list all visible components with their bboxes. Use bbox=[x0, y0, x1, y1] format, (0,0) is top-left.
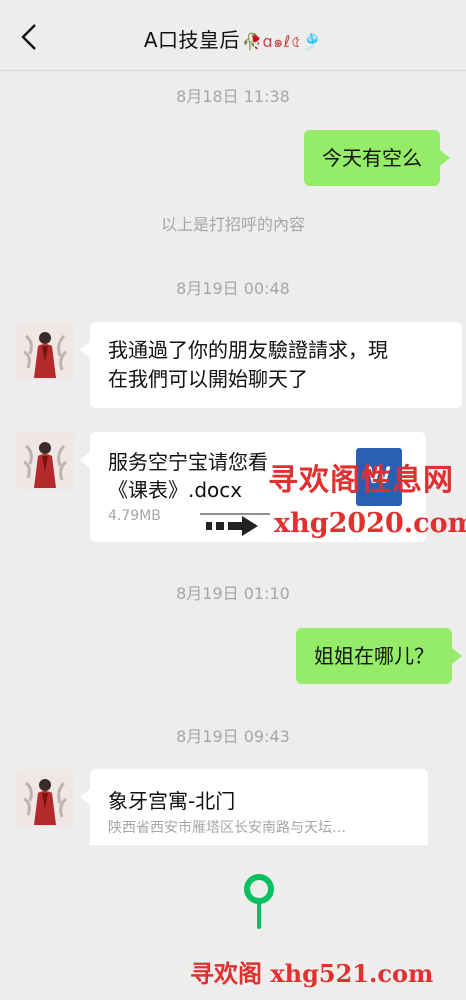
message-incoming[interactable]: 我通過了你的朋友驗證請求，現 在我們可以開始聊天了 bbox=[80, 322, 462, 408]
watermark-banner: xhg2020.com bbox=[200, 508, 466, 548]
contact-name-decor: 🥀ɑ๑ℓ৫🎐 bbox=[242, 32, 323, 51]
chat-header: A口技皇后 🥀ɑ๑ℓ৫🎐 bbox=[0, 0, 466, 71]
file-size: 4.79MB bbox=[108, 508, 161, 524]
watermark-text: 寻欢阁 xhg521.com bbox=[190, 959, 434, 988]
timestamp: 8月18日 11:38 bbox=[176, 87, 290, 106]
location-message[interactable]: 象牙宫寓-北门 陕西省西安市雁塔区长安南路与天坛… bbox=[80, 769, 428, 977]
location-address: 陕西省西安市雁塔区长安南路与天坛… bbox=[108, 820, 346, 836]
contact-avatar[interactable] bbox=[16, 769, 74, 827]
location-title: 象牙宫寓-北门 bbox=[108, 789, 236, 813]
contact-avatar[interactable] bbox=[16, 322, 74, 380]
message-text-line: 在我們可以開始聊天了 bbox=[108, 367, 308, 391]
message-text-line: 我通過了你的朋友驗證請求，現 bbox=[108, 338, 388, 362]
contact-avatar[interactable] bbox=[16, 432, 74, 490]
message-outgoing[interactable]: 今天有空么 bbox=[304, 130, 450, 186]
message-outgoing[interactable]: 姐姐在哪儿？ bbox=[296, 628, 462, 684]
chat-title: A口技皇后 🥀ɑ๑ℓ৫🎐 bbox=[0, 24, 466, 56]
timestamp: 8月19日 09:43 bbox=[176, 727, 290, 746]
timestamp: 8月19日 01:10 bbox=[176, 584, 290, 603]
watermark-url: xhg2020.com bbox=[274, 508, 466, 539]
system-notice: 以上是打招呼的內容 bbox=[160, 215, 305, 234]
timestamp: 8月19日 00:48 bbox=[176, 279, 290, 298]
contact-name: A口技皇后 bbox=[143, 28, 241, 52]
arrow-right-icon bbox=[200, 513, 270, 536]
watermark-text: 寻欢阁性息网 bbox=[268, 463, 454, 498]
